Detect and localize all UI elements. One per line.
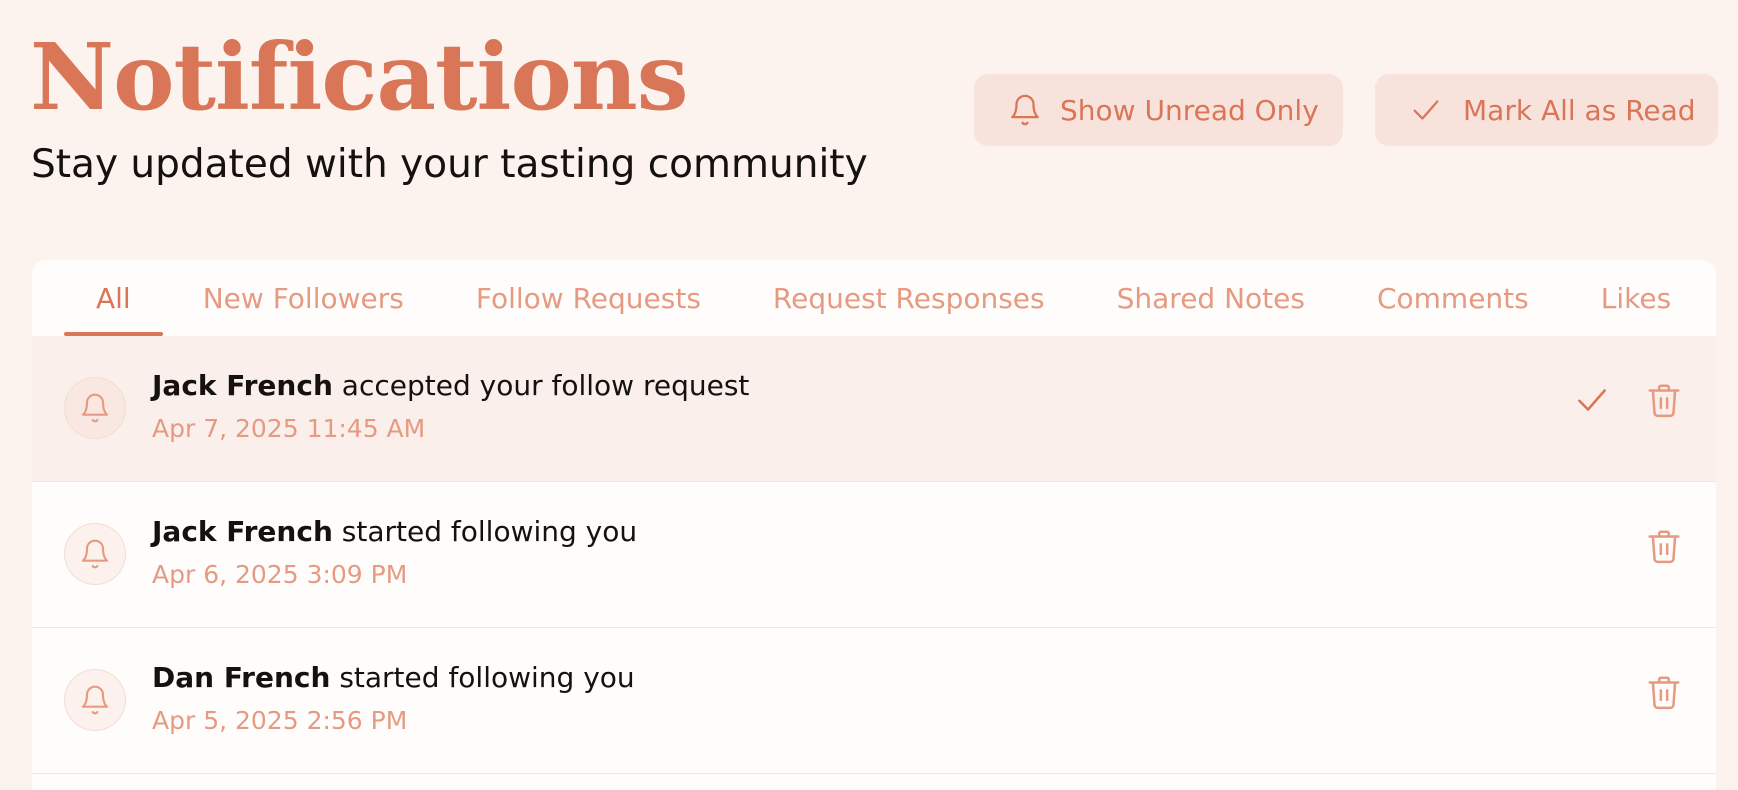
tab-follow-requests[interactable]: Follow Requests [444,260,733,336]
notification-timestamp: Apr 6, 2025 3:09 PM [152,560,408,589]
notification-item[interactable]: Jack French started following you Apr 6,… [32,482,1716,628]
trash-icon [1648,676,1680,710]
filter-tabs: All New Followers Follow Requests Reques… [32,260,1716,336]
mark-all-read-label: Mark All as Read [1463,93,1696,127]
tab-request-responses[interactable]: Request Responses [741,260,1077,336]
tab-new-followers[interactable]: New Followers [171,260,436,336]
mark-as-read-button[interactable] [1568,376,1616,424]
tab-shared-notes[interactable]: Shared Notes [1085,260,1337,336]
notification-user[interactable]: Jack French [152,369,333,402]
notification-user[interactable]: Dan French [152,661,330,694]
tab-likes[interactable]: Likes [1569,260,1703,336]
delete-notification-button[interactable] [1640,376,1688,424]
delete-notification-button[interactable] [1640,522,1688,570]
notification-message: Jack French started following you [152,512,637,552]
notification-avatar [64,523,126,585]
bell-icon [81,393,109,423]
show-unread-only-button[interactable]: Show Unread Only [974,74,1343,146]
trash-icon [1648,384,1680,418]
notification-avatar [64,377,126,439]
notification-avatar [64,669,126,731]
check-icon [1578,389,1606,411]
bell-icon [81,539,109,569]
notification-action: started following you [332,515,638,548]
tab-comments[interactable]: Comments [1345,260,1561,336]
bell-icon [1011,94,1039,126]
notification-message: Dan French started following you [152,658,635,698]
notifications-panel: All New Followers Follow Requests Reques… [32,260,1716,790]
notification-item[interactable]: Dan French started following you Apr 5, … [32,628,1716,774]
check-icon [1413,100,1439,120]
notification-user[interactable]: Jack French [152,515,333,548]
notification-timestamp: Apr 5, 2025 2:56 PM [152,706,408,735]
page-title: Notifications [30,23,689,131]
notification-action: started following you [330,661,635,694]
notification-item[interactable]: Jack French accepted your follow request… [32,336,1716,482]
tab-all[interactable]: All [64,260,163,336]
bell-icon [81,685,109,715]
notification-timestamp: Apr 7, 2025 11:45 AM [152,414,426,443]
delete-notification-button[interactable] [1640,668,1688,716]
show-unread-only-label: Show Unread Only [1060,93,1319,127]
trash-icon [1648,530,1680,564]
notification-action: accepted your follow request [332,369,750,402]
mark-all-read-button[interactable]: Mark All as Read [1375,74,1718,146]
notification-message: Jack French accepted your follow request [152,366,749,406]
page-subtitle: Stay updated with your tasting community [31,142,868,187]
